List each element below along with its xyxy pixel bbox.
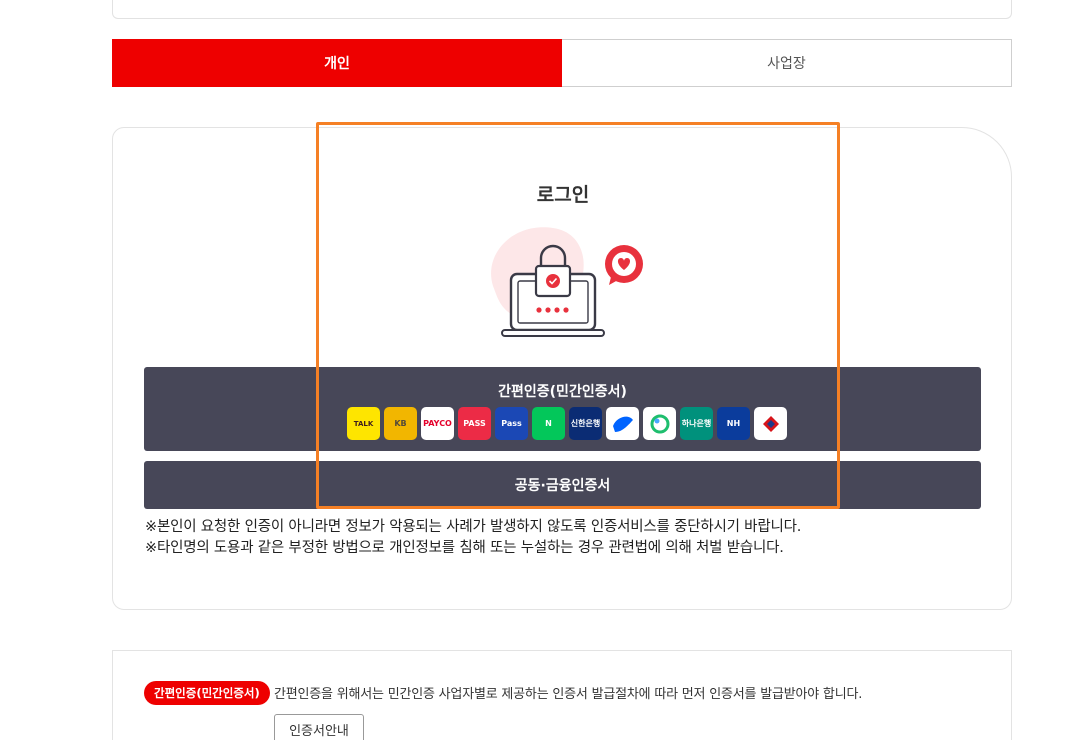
pass-icon[interactable]: PASS [458, 407, 491, 440]
simple-auth-button[interactable]: 간편인증(민간인증서) TALK KB PAYCO PASS Pass N 신한은행 하나은행… [144, 367, 981, 451]
tab-business[interactable]: 사업장 [562, 39, 1012, 87]
login-card: 로그인 간편인증(민간인증서) TALK KB PAYCO PASS Pass N 신한은행… [112, 127, 1012, 610]
cert-guide-button[interactable]: 인증서안내 [274, 714, 364, 740]
nh-bank-icon[interactable]: NH [717, 407, 750, 440]
simple-auth-badge: 간편인증(민간인증서) [144, 681, 270, 705]
user-type-tabs: 개인 사업장 [112, 39, 1012, 87]
payco-icon[interactable]: PAYCO [421, 407, 454, 440]
joint-financial-cert-button[interactable]: 공동·금융인증서 [144, 461, 981, 509]
toss-icon[interactable] [606, 407, 639, 440]
notices: ※본인이 요청한 인증이 아니라면 정보가 악용되는 사례가 발생하지 않도록 … [145, 517, 801, 559]
samsung-pass-icon[interactable]: Pass [495, 407, 528, 440]
notice-line: ※타인명의 도용과 같은 부정한 방법으로 개인정보를 침해 또는 누설하는 경… [145, 540, 784, 556]
banksalad-icon[interactable] [643, 407, 676, 440]
kakao-talk-icon[interactable]: TALK [347, 407, 380, 440]
provider-icons: TALK KB PAYCO PASS Pass N 신한은행 하나은행 NH [347, 407, 787, 440]
tab-individual[interactable]: 개인 [112, 39, 562, 87]
woori-bank-icon[interactable] [754, 407, 787, 440]
login-title: 로그인 [536, 184, 590, 206]
hana-bank-icon[interactable]: 하나은행 [680, 407, 713, 440]
shinhan-bank-icon[interactable]: 신한은행 [569, 407, 602, 440]
naver-icon[interactable]: N [532, 407, 565, 440]
notice-line: ※본인이 요청한 인증이 아니라면 정보가 악용되는 사례가 발생하지 않도록 … [145, 519, 802, 535]
kb-bank-icon[interactable]: KB [384, 407, 417, 440]
simple-auth-label: 간편인증(민간인증서) [498, 384, 627, 400]
laptop-lock-illustration [491, 227, 643, 337]
info-text: 간편인증을 위해서는 민간인증 사업자별로 제공하는 인증서 발급절차에 따라 … [274, 687, 863, 702]
top-container [112, 0, 1012, 19]
info-card: 간편인증(민간인증서) 간편인증을 위해서는 민간인증 사업자별로 제공하는 인… [112, 650, 1012, 740]
